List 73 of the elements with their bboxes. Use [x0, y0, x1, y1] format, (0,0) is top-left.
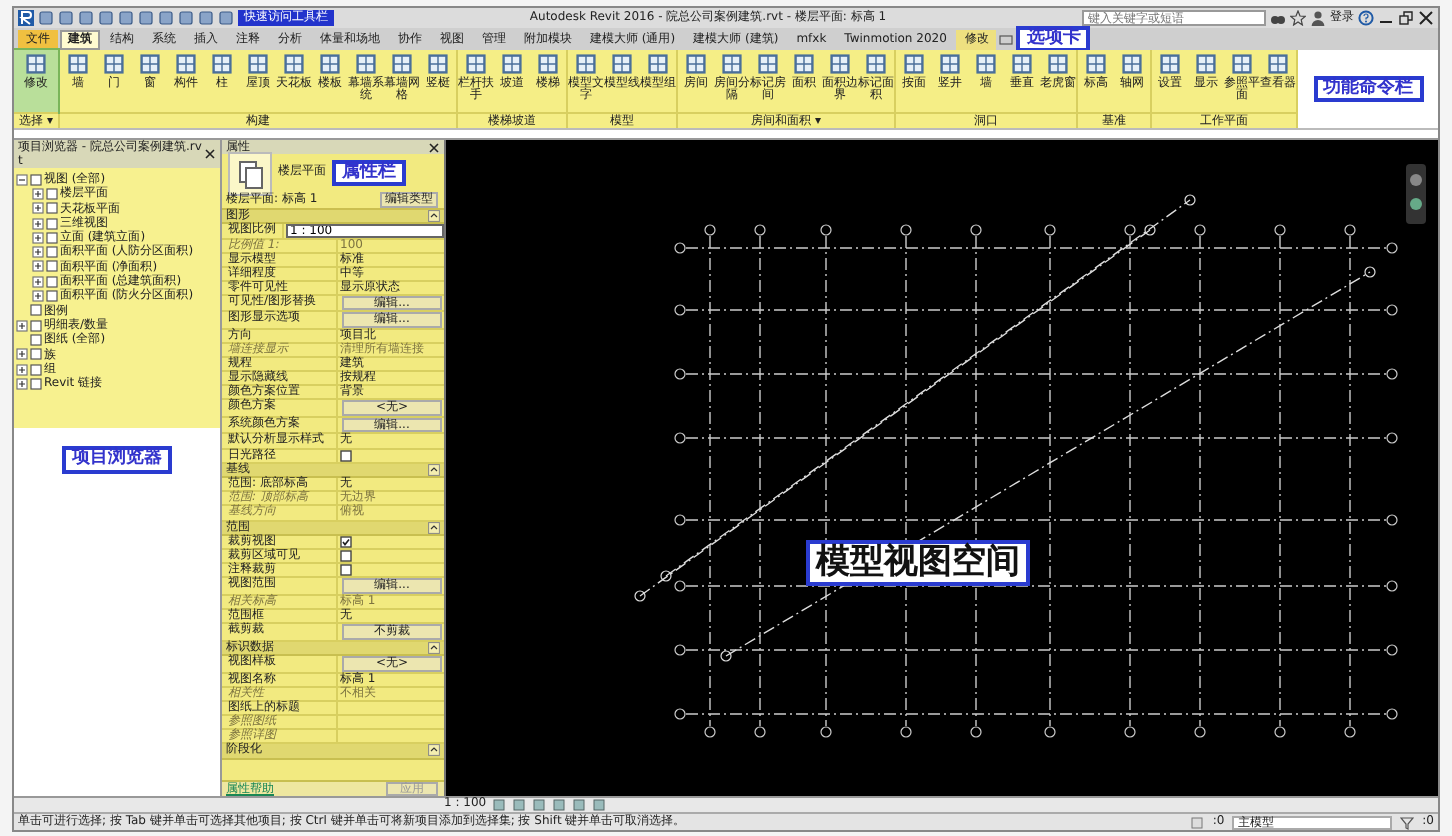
navigation-bar-icon[interactable]	[1406, 164, 1426, 224]
browser-callout: 项目浏览器	[62, 446, 172, 474]
tool-icon	[1010, 52, 1034, 76]
checkbox[interactable]	[340, 536, 352, 549]
tool-icon	[1120, 52, 1144, 76]
tool-icon	[1046, 52, 1070, 76]
tool-icon	[210, 52, 234, 76]
expand-toggle[interactable]	[32, 290, 44, 303]
tool-icon	[66, 52, 90, 76]
tool-icon	[426, 52, 450, 76]
tool-icon	[102, 52, 126, 76]
tool-icon	[318, 52, 342, 76]
checkbox[interactable]	[340, 449, 352, 462]
tool-icon	[24, 52, 48, 76]
expand-toggle[interactable]	[32, 202, 44, 215]
user-icon[interactable]	[1310, 10, 1326, 26]
collapse-toggle-icon[interactable]	[428, 209, 440, 221]
tool-icon	[1266, 52, 1290, 76]
tool-icon	[464, 52, 488, 76]
tool-icon	[792, 52, 816, 76]
collapse-toggle-icon[interactable]	[428, 463, 440, 476]
collapse-toggle-icon[interactable]	[428, 744, 440, 757]
expand-toggle[interactable]	[16, 363, 28, 375]
checkbox[interactable]	[340, 564, 352, 577]
expand-toggle[interactable]	[16, 319, 28, 332]
tool-icon	[536, 52, 560, 76]
tool-icon	[902, 52, 926, 76]
ribbon-callout: 功能命令栏	[1313, 75, 1423, 103]
expand-toggle[interactable]	[16, 173, 28, 186]
tool-icon	[1194, 52, 1218, 76]
expand-toggle[interactable]	[32, 217, 44, 230]
close-icon[interactable]	[428, 141, 440, 153]
expand-toggle[interactable]	[32, 275, 44, 288]
tool-icon	[646, 52, 670, 76]
tool-icon	[828, 52, 852, 76]
tool-icon	[610, 52, 634, 76]
filter-icon[interactable]	[1400, 815, 1415, 829]
tool-icon	[864, 52, 888, 76]
star-icon[interactable]	[1290, 10, 1306, 26]
close-icon[interactable]	[1418, 10, 1434, 26]
tool-icon	[1158, 52, 1182, 76]
tool-icon	[756, 52, 780, 76]
properties-callout: 属性栏	[332, 159, 406, 187]
expand-toggle[interactable]	[32, 246, 44, 259]
tool-icon	[174, 52, 198, 76]
tool-icon	[574, 52, 598, 76]
tool-icon	[282, 52, 306, 76]
panel-toggle-icon[interactable]	[998, 31, 1015, 47]
expand-toggle[interactable]	[32, 187, 44, 200]
binoculars-icon[interactable]	[1270, 10, 1286, 26]
tool-icon	[138, 52, 162, 76]
tool-icon	[938, 52, 962, 76]
tool-icon	[1230, 52, 1254, 76]
expand-toggle[interactable]	[32, 231, 44, 244]
tool-icon	[390, 52, 414, 76]
tool-icon	[684, 52, 708, 76]
expand-toggle[interactable]	[32, 260, 44, 273]
floor-plan-icon	[228, 151, 272, 195]
tool-icon	[1084, 52, 1108, 76]
collapse-toggle-icon[interactable]	[428, 521, 440, 533]
expand-toggle[interactable]	[16, 377, 28, 390]
tool-icon	[500, 52, 524, 76]
canvas-callout: 模型视图空间	[806, 540, 1030, 586]
expand-toggle[interactable]	[16, 348, 28, 361]
restore-icon[interactable]	[1398, 10, 1414, 26]
tool-icon	[354, 52, 378, 76]
collapse-toggle-icon[interactable]	[428, 641, 440, 654]
help-icon[interactable]	[1358, 10, 1374, 26]
tool-icon	[974, 52, 998, 76]
close-icon[interactable]	[204, 148, 216, 160]
tool-icon	[720, 52, 744, 76]
checkbox[interactable]	[340, 550, 352, 563]
tool-icon	[246, 52, 270, 76]
